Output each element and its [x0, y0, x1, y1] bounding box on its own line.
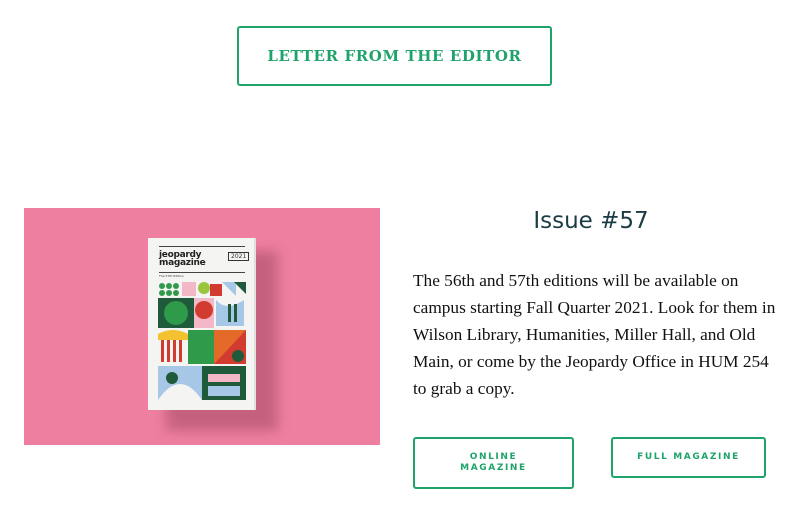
full-magazine-button[interactable]: FULL MAGAZINE [611, 437, 766, 478]
magazine-cover-image: jeopardy magazine 2021 The 57th Edition [24, 208, 380, 445]
cover-rule-lower [159, 272, 245, 273]
issue-description: The 56th and 57th editions will be avail… [413, 271, 776, 398]
cover-title: jeopardy magazine [159, 250, 206, 268]
cover-rule [159, 246, 245, 247]
cover-edition: The 57th Edition [159, 274, 184, 278]
letter-from-editor-button[interactable]: LETTER FROM THE EDITOR [237, 26, 552, 86]
cover-year: 2021 [228, 252, 250, 261]
issue-title: Issue #57 [533, 208, 649, 234]
magazine-book: jeopardy magazine 2021 The 57th Edition [148, 238, 256, 410]
online-magazine-button[interactable]: ONLINE MAGAZINE [413, 437, 574, 489]
cover-artwork [158, 282, 246, 400]
